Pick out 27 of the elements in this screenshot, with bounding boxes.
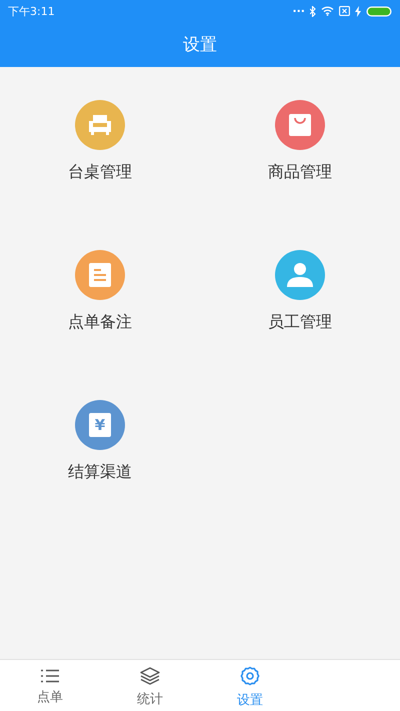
menu-label[interactable]: 商品管理 <box>268 162 332 183</box>
menu-label[interactable]: 台桌管理 <box>68 162 132 183</box>
settings-icon <box>240 666 260 686</box>
sim-icon <box>339 6 350 16</box>
tab[interactable]: 统计 <box>100 660 200 711</box>
charging-icon <box>355 6 361 16</box>
person-icon <box>287 263 313 287</box>
bluetooth-icon <box>310 6 316 16</box>
status-time: 下午3:11 <box>8 4 56 18</box>
layers-icon <box>140 666 160 684</box>
wifi-icon <box>321 6 334 16</box>
tab[interactable]: 点单 <box>0 660 100 711</box>
menu-icon-button[interactable] <box>275 250 325 300</box>
menu-label[interactable]: 结算渠道 <box>68 462 132 483</box>
shopping-bag-icon <box>289 114 311 136</box>
list-icon <box>41 668 59 682</box>
page-title: 设置 <box>183 34 217 56</box>
menu-icon-button[interactable] <box>75 250 125 300</box>
menu-label[interactable]: 员工管理 <box>268 312 332 333</box>
yen-icon: ¥ <box>89 413 111 437</box>
document-icon <box>89 263 111 287</box>
menu-label[interactable]: 点单备注 <box>68 312 132 333</box>
armchair-icon <box>88 114 112 136</box>
battery-icon <box>366 6 392 16</box>
menu-icon-button[interactable] <box>75 100 125 150</box>
menu-icon-button[interactable] <box>275 100 325 150</box>
more-icon: ... <box>292 2 305 14</box>
